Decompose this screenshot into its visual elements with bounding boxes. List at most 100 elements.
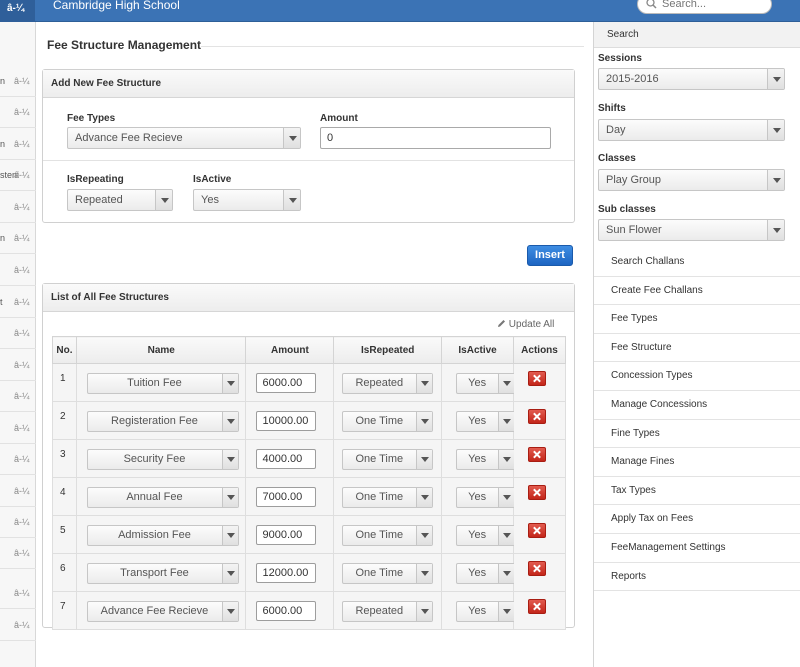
left-nav-item[interactable]: t â-¼ <box>0 287 36 318</box>
amount-input[interactable]: 4000.00 <box>256 449 317 469</box>
chevron-down-icon <box>221 564 238 583</box>
classes-select[interactable]: Play Group <box>598 169 785 191</box>
left-nav-item[interactable]: â-¼ <box>0 192 36 223</box>
left-nav-item[interactable]: â-¼ <box>0 97 36 128</box>
left-nav-item[interactable]: n â-¼ <box>0 223 36 254</box>
table-row: 1 Tuition Fee 6000.00 Repeated Yes <box>52 363 566 402</box>
left-nav-item[interactable]: â-¼ <box>0 444 36 475</box>
menu-item[interactable]: Search Challans <box>594 248 800 277</box>
delete-icon[interactable] <box>528 485 547 500</box>
cell-active: Yes <box>441 515 516 554</box>
cell-amount: 7000.00 <box>245 477 335 516</box>
menu-item[interactable]: Manage Fines <box>594 448 800 477</box>
amount-input[interactable]: 6000.00 <box>256 373 317 393</box>
cell-name: Registeration Fee <box>75 401 247 440</box>
caret-icon: â-¼ <box>14 423 30 433</box>
delete-icon[interactable] <box>528 409 547 424</box>
isactive-select[interactable]: Yes <box>456 449 516 470</box>
isactive-select[interactable]: Yes <box>456 411 516 432</box>
search-input[interactable] <box>662 0 766 13</box>
isrepeating-select[interactable]: Repeated <box>67 189 173 211</box>
fee-types-select[interactable]: Advance Fee Recieve <box>67 127 301 149</box>
menu-item[interactable]: Tax Types <box>594 476 800 506</box>
menu-item[interactable]: Manage Concessions <box>594 390 800 420</box>
global-search[interactable] <box>637 0 772 14</box>
left-nav-item[interactable]: â-¼ <box>0 413 36 444</box>
row-number: 6 <box>60 563 66 574</box>
left-nav-item[interactable]: â-¼ <box>0 610 36 641</box>
menu-item[interactable]: Apply Tax on Fees <box>594 505 800 534</box>
isrepeated-select[interactable]: One Time <box>342 411 434 432</box>
delete-icon[interactable] <box>528 371 547 386</box>
fee-name-select[interactable]: Security Fee <box>86 449 239 470</box>
update-all-link[interactable]: Update All <box>497 319 554 330</box>
cell-actions <box>513 591 566 630</box>
menu-item[interactable]: Create Fee Challans <box>594 276 800 306</box>
left-nav-item[interactable]: steni â-¼ <box>0 160 36 191</box>
isactive-select[interactable]: Yes <box>193 189 301 211</box>
amount-input[interactable]: 6000.00 <box>256 601 317 621</box>
delete-icon[interactable] <box>528 599 547 614</box>
fee-name-select[interactable]: Tuition Fee <box>86 373 239 394</box>
isactive-select[interactable]: Yes <box>456 601 516 622</box>
chevron-down-icon <box>498 564 515 583</box>
isactive-select[interactable]: Yes <box>456 487 516 508</box>
isrepeated-value: One Time <box>355 567 404 579</box>
menu-item[interactable]: Concession Types <box>594 362 800 391</box>
delete-icon[interactable] <box>528 447 547 462</box>
isrepeated-select[interactable]: One Time <box>342 449 434 470</box>
left-nav-item[interactable]: â-¼ <box>0 381 36 412</box>
fee-name-select[interactable]: Advance Fee Recieve <box>86 601 239 622</box>
insert-button[interactable]: Insert <box>527 245 573 266</box>
fee-name-value: Annual Fee <box>126 491 183 503</box>
amount-input[interactable]: 7000.00 <box>256 487 317 507</box>
isactive-select[interactable]: Yes <box>456 563 516 584</box>
left-nav-item[interactable]: â-¼ <box>0 255 36 286</box>
delete-icon[interactable] <box>528 523 547 538</box>
column-header: IsActive <box>441 336 515 364</box>
left-nav: n â-¼ â-¼ n â-¼ steni â-¼ â-¼ n â-¼ â-¼ t â-¼ â-¼ â-¼ â… <box>0 22 36 667</box>
menu-item[interactable]: FeeManagement Settings <box>594 533 800 563</box>
isactive-select[interactable]: Yes <box>456 525 516 546</box>
amount-input[interactable]: 10000.00 <box>256 411 317 431</box>
left-nav-item[interactable]: â-¼ <box>0 578 36 609</box>
left-nav-item[interactable]: â-¼ <box>0 350 36 381</box>
isactive-select[interactable]: Yes <box>456 373 516 394</box>
amount-input[interactable]: 12000.00 <box>256 563 317 583</box>
isrepeated-select[interactable]: One Time <box>342 525 434 546</box>
fee-name-select[interactable]: Registeration Fee <box>86 411 239 432</box>
isrepeated-select[interactable]: Repeated <box>342 373 434 394</box>
fee-name-select[interactable]: Transport Fee <box>86 563 239 584</box>
menu-item[interactable]: Fee Types <box>594 305 800 334</box>
table-row: 3 Security Fee 4000.00 One Time Yes <box>52 439 566 478</box>
chevron-down-icon <box>767 120 784 140</box>
delete-icon[interactable] <box>528 561 547 576</box>
caret-icon: â-¼ <box>14 233 30 243</box>
shifts-select[interactable]: Day <box>598 119 785 141</box>
subclasses-select[interactable]: Sun Flower <box>598 219 785 241</box>
left-nav-item[interactable]: â-¼ <box>0 507 36 538</box>
left-nav-item[interactable]: â-¼ <box>0 318 36 349</box>
left-nav-item[interactable]: n â-¼ <box>0 129 36 160</box>
amount-input[interactable]: 0 <box>320 127 551 149</box>
menu-item[interactable]: Fine Types <box>594 419 800 449</box>
menu-item[interactable]: Reports <box>594 562 800 592</box>
cell-no: 2 <box>52 401 77 440</box>
fee-name-select[interactable]: Admission Fee <box>86 525 239 546</box>
left-nav-item[interactable]: n â-¼ <box>0 66 36 97</box>
sessions-select[interactable]: 2015-2016 <box>598 68 785 90</box>
chevron-down-icon <box>155 190 172 210</box>
cell-repeated: One Time <box>333 553 443 592</box>
isrepeated-select[interactable]: One Time <box>342 487 434 508</box>
amount-input[interactable]: 9000.00 <box>256 525 317 545</box>
left-nav-item[interactable]: â-¼ <box>0 476 36 507</box>
isrepeated-select[interactable]: Repeated <box>342 601 434 622</box>
nav-toggle[interactable]: â-¼ <box>0 0 35 22</box>
menu-item[interactable]: Fee Structure <box>594 333 800 363</box>
fee-name-select[interactable]: Annual Fee <box>86 487 239 508</box>
chevron-down-icon <box>416 412 433 431</box>
left-nav-item[interactable]: â-¼ <box>0 538 36 569</box>
chevron-down-icon <box>221 450 238 469</box>
chevron-down-icon <box>767 220 784 240</box>
isrepeated-select[interactable]: One Time <box>342 563 434 584</box>
